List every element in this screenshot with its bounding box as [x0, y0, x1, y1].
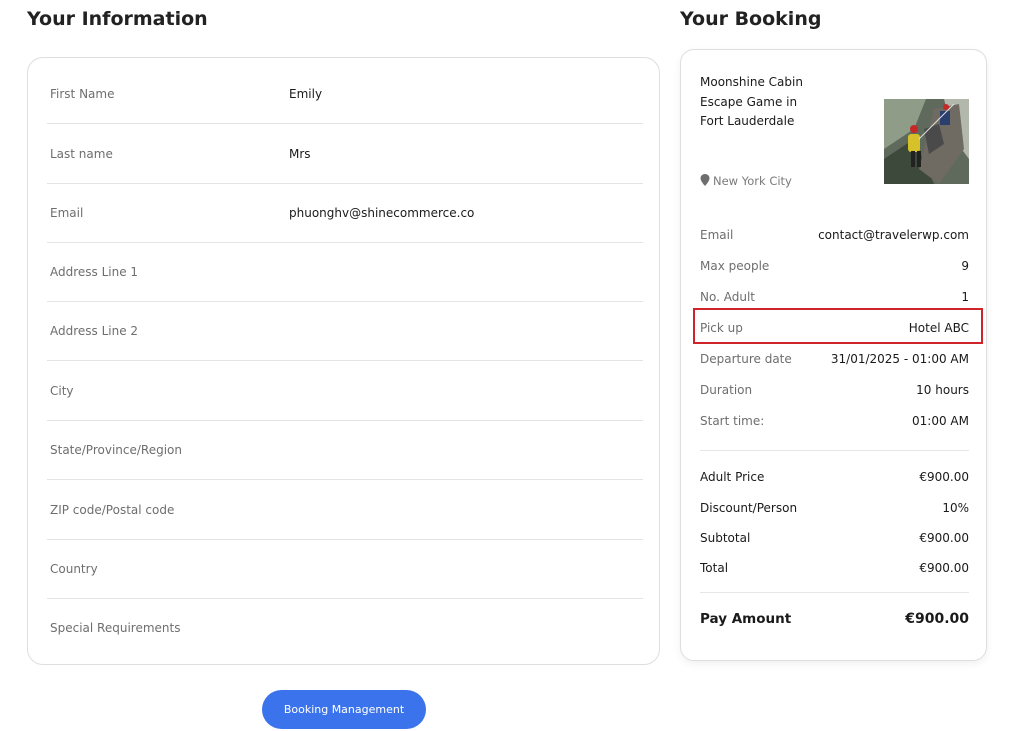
field-label: State/Province/Region — [50, 443, 182, 457]
field-value: phuonghv@shinecommerce.co — [289, 206, 475, 220]
detail-row-max-people: Max people 9 — [700, 254, 969, 278]
price-value: €900.00 — [919, 561, 969, 575]
detail-row-no-adult: No. Adult 1 — [700, 285, 969, 309]
pay-amount-row: Pay Amount €900.00 — [700, 607, 969, 631]
tour-location: New York City — [700, 171, 820, 191]
price-label: Discount/Person — [700, 501, 798, 515]
price-value: 10% — [942, 501, 969, 515]
info-row-country: Country — [47, 540, 643, 599]
your-booking-title: Your Booking — [680, 8, 822, 30]
price-value: €900.00 — [919, 470, 969, 484]
detail-value: 10 hours — [916, 383, 969, 397]
info-row-last-name: Last name Mrs — [47, 125, 643, 184]
info-row-first-name: First Name Emily — [47, 65, 643, 124]
field-label: Country — [50, 562, 98, 576]
field-label: Last name — [50, 147, 113, 161]
field-value: Emily — [289, 87, 323, 101]
detail-label: Departure date — [700, 352, 792, 366]
detail-label: Email — [700, 228, 734, 242]
detail-label: Max people — [700, 259, 770, 273]
field-value: Mrs — [289, 147, 311, 161]
tour-name-link[interactable]: Moonshine Cabin Escape Game in Fort Laud… — [700, 73, 820, 132]
detail-row-start-time: Start time: 01:00 AM — [700, 409, 969, 433]
location-text: New York City — [713, 174, 792, 188]
info-row-address-line-1: Address Line 1 — [47, 243, 643, 302]
info-row-special-requirements: Special Requirements — [47, 599, 643, 658]
price-label: Adult Price — [700, 470, 765, 484]
pay-amount-label: Pay Amount — [700, 611, 792, 627]
info-row-email: Email phuonghv@shinecommerce.co — [47, 184, 643, 243]
field-label: Email — [50, 206, 84, 220]
divider — [700, 592, 969, 593]
detail-value: Hotel ABC — [908, 321, 969, 335]
price-label: Total — [700, 561, 729, 575]
detail-label: Duration — [700, 383, 753, 397]
booking-summary-card: Moonshine Cabin Escape Game in Fort Laud… — [680, 49, 987, 661]
map-pin-icon — [700, 174, 710, 186]
your-information-title: Your Information — [27, 8, 208, 30]
detail-row-departure-date: Departure date 31/01/2025 - 01:00 AM — [700, 347, 969, 371]
detail-row-duration: Duration 10 hours — [700, 378, 969, 402]
detail-label: Pick up — [700, 321, 743, 335]
field-label: First Name — [50, 87, 115, 101]
field-label: Special Requirements — [50, 621, 181, 635]
detail-value: 01:00 AM — [912, 414, 969, 428]
info-row-zip-code: ZIP code/Postal code — [47, 481, 643, 540]
detail-value: contact@travelerwp.com — [818, 228, 969, 242]
info-row-state: State/Province/Region — [47, 421, 643, 480]
price-row-subtotal: Subtotal €900.00 — [700, 526, 969, 550]
detail-row-email: Email contact@travelerwp.com — [700, 223, 969, 247]
divider — [700, 450, 969, 451]
price-label: Subtotal — [700, 531, 751, 545]
detail-value: 31/01/2025 - 01:00 AM — [830, 352, 969, 366]
detail-row-pick-up: Pick up Hotel ABC — [700, 316, 969, 340]
price-row-discount: Discount/Person 10% — [700, 496, 969, 520]
tour-photo[interactable] — [884, 99, 969, 184]
field-label: ZIP code/Postal code — [50, 503, 175, 517]
detail-label: Start time: — [700, 414, 765, 428]
price-row-total: Total €900.00 — [700, 556, 969, 580]
detail-value: 1 — [961, 290, 969, 304]
field-label: Address Line 1 — [50, 265, 139, 279]
pay-amount-value: €900.00 — [905, 611, 969, 627]
field-label: City — [50, 384, 74, 398]
information-card: First Name Emily Last name Mrs Email phu… — [27, 57, 660, 665]
price-row-adult-price: Adult Price €900.00 — [700, 465, 969, 489]
info-row-city: City — [47, 362, 643, 421]
info-row-address-line-2: Address Line 2 — [47, 302, 643, 361]
booking-management-button[interactable]: Booking Management — [262, 690, 426, 729]
price-value: €900.00 — [919, 531, 969, 545]
detail-value: 9 — [961, 259, 969, 273]
detail-label: No. Adult — [700, 290, 755, 304]
field-label: Address Line 2 — [50, 324, 139, 338]
